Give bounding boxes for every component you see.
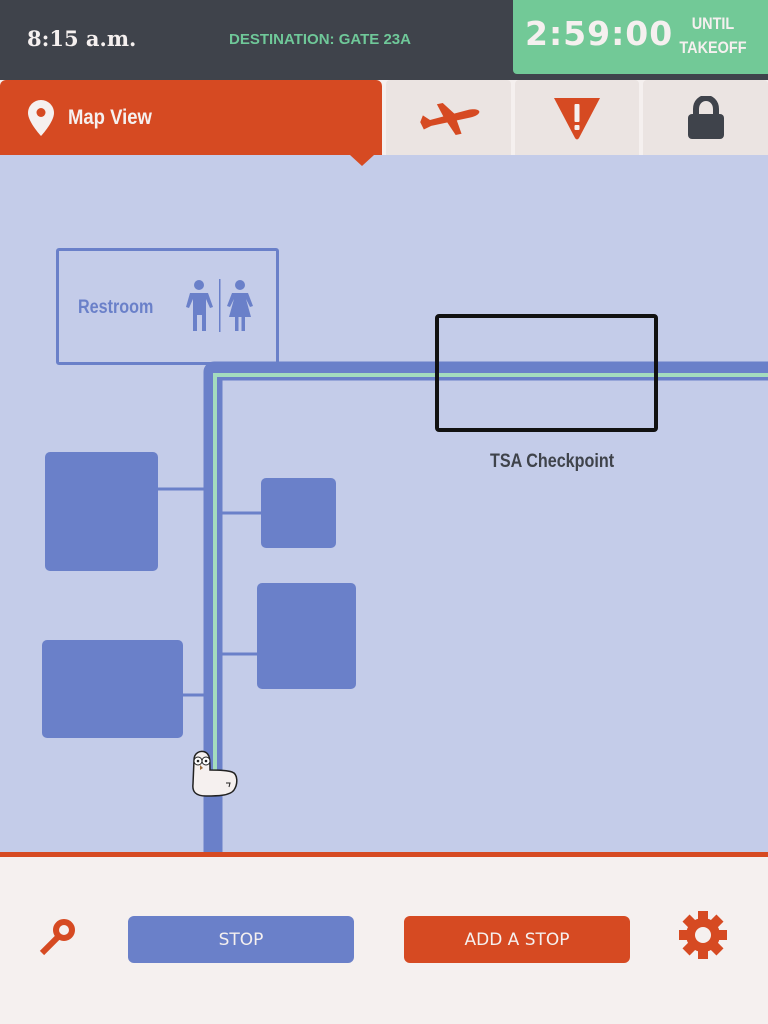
gear-icon[interactable] xyxy=(679,911,727,959)
countdown-label-line2: TAKEOFF xyxy=(679,38,747,57)
tab-bar: Map View xyxy=(0,80,768,166)
user-location-mascot-icon[interactable] xyxy=(186,750,242,800)
map-room[interactable] xyxy=(257,583,356,689)
tsa-checkpoint-area[interactable] xyxy=(435,314,658,432)
map-pin-icon xyxy=(28,100,54,136)
add-a-stop-button[interactable]: ADD A STOP xyxy=(404,916,630,963)
status-bar: 8:15 a.m. DESTINATION: GATE 23A 2:59:00 … xyxy=(0,0,768,80)
takeoff-countdown: 2:59:00 UNTIL TAKEOFF xyxy=(513,0,768,74)
tab-security[interactable] xyxy=(643,80,768,155)
current-time: 8:15 a.m. xyxy=(27,26,137,51)
active-tab-pointer xyxy=(350,155,374,166)
tab-alerts[interactable] xyxy=(515,80,639,155)
lock-icon xyxy=(687,95,724,139)
map-room[interactable] xyxy=(45,452,158,571)
map-room[interactable] xyxy=(261,478,336,548)
tab-map-view[interactable]: Map View xyxy=(0,80,382,155)
restroom-icon xyxy=(186,279,253,332)
map-view[interactable]: Restroom TSA Checkpoint xyxy=(0,155,768,852)
bottom-toolbar: STOP ADD A STOP xyxy=(0,857,768,1024)
countdown-label: UNTIL TAKEOFF xyxy=(679,12,747,60)
airplane-icon xyxy=(419,102,479,135)
destination-label: DESTINATION: GATE 23A xyxy=(229,31,411,48)
warning-icon xyxy=(554,97,600,139)
restroom-label: Restroom xyxy=(78,297,154,318)
tab-flight[interactable] xyxy=(386,80,511,155)
stop-button[interactable]: STOP xyxy=(128,916,354,963)
route-line xyxy=(213,373,768,770)
search-icon[interactable] xyxy=(38,917,78,957)
countdown-time: 2:59:00 xyxy=(525,14,674,53)
restroom-location[interactable]: Restroom xyxy=(56,248,279,365)
map-room[interactable] xyxy=(42,640,183,738)
countdown-label-line1: UNTIL xyxy=(691,14,735,33)
tsa-checkpoint-label: TSA Checkpoint xyxy=(490,451,615,472)
tab-label: Map View xyxy=(68,106,152,129)
